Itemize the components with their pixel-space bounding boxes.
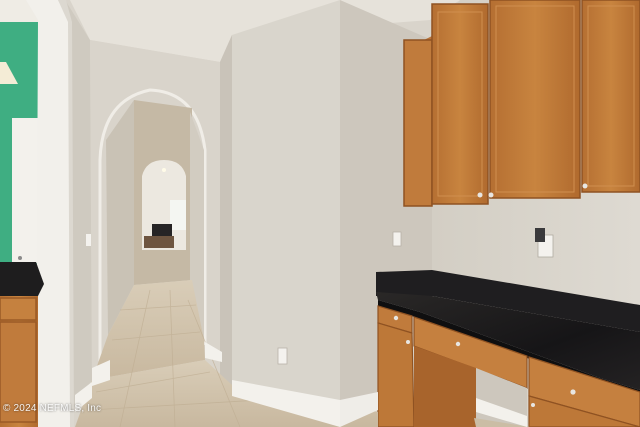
cabinet-knob-icon	[582, 183, 588, 189]
door-knob	[18, 256, 22, 260]
upper-cabinet-3	[489, 0, 581, 199]
middle-wall-face	[232, 0, 340, 405]
desk-left-cabinet	[377, 322, 415, 427]
drawer-knob-icon	[570, 389, 576, 395]
drawer-knob-icon	[393, 315, 399, 321]
drawer-knob-icon	[455, 341, 461, 347]
charger-device	[535, 228, 545, 242]
drawer-knob-icon	[531, 403, 535, 407]
left-countertop	[0, 262, 44, 296]
photo-watermark: © 2024 NEFMLS, Inc	[3, 403, 102, 414]
upper-cabinet-1	[403, 39, 433, 207]
interior-photo	[0, 0, 640, 427]
cabinet-knob-icon	[477, 192, 483, 198]
upper-cabinet-4	[581, 0, 640, 193]
upper-cabinet-2	[431, 3, 489, 205]
arch-wall-outlet	[86, 234, 91, 246]
far-ceiling-light	[162, 168, 166, 172]
drawer-knob-icon	[406, 340, 410, 344]
far-room-window	[170, 200, 186, 230]
far-room-furniture	[144, 236, 174, 248]
wall-switch	[392, 231, 402, 247]
far-room-tv	[152, 224, 172, 236]
photo-scene: © 2024 NEFMLS, Inc	[0, 0, 640, 427]
left-room-door	[12, 118, 38, 263]
left-cabinet-drawer	[0, 297, 37, 321]
middle-wall-left	[220, 35, 232, 400]
wall-outlet	[277, 347, 288, 365]
cabinet-knob-icon	[488, 192, 494, 198]
